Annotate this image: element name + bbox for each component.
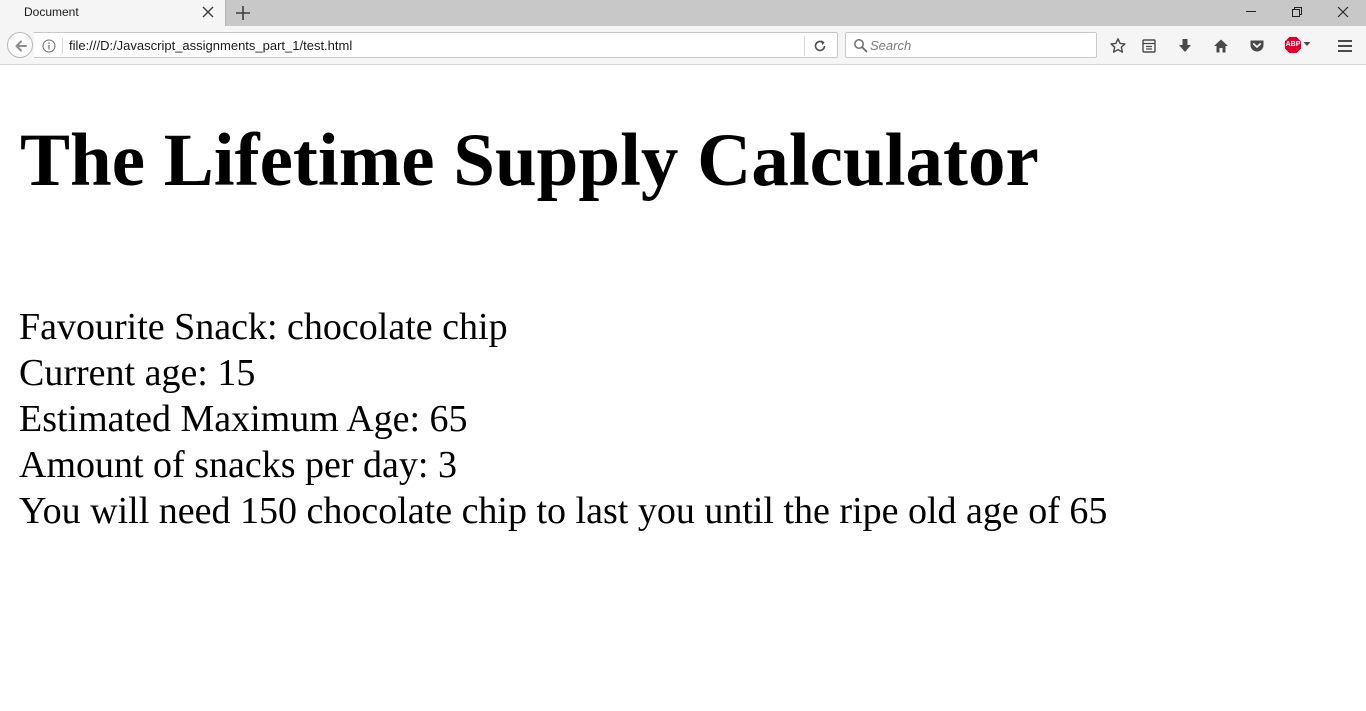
tab-title: Document xyxy=(24,5,79,19)
plus-icon[interactable] xyxy=(233,3,253,23)
current-age-line: Current age: 15 xyxy=(19,352,256,394)
search-bar[interactable] xyxy=(845,32,1097,58)
pocket-icon[interactable] xyxy=(1246,35,1268,57)
download-icon[interactable] xyxy=(1174,35,1196,57)
window-close-icon[interactable] xyxy=(1320,0,1366,24)
adblock-icon[interactable]: ABP xyxy=(1284,36,1302,54)
tab-active[interactable]: Document xyxy=(0,0,226,26)
snacks-per-day-line: Amount of snacks per day: 3 xyxy=(19,444,457,486)
url-text[interactable]: file:///D:/Javascript_assignments_part_1… xyxy=(69,38,352,53)
adblock-label: ABP xyxy=(1285,41,1301,48)
info-icon[interactable] xyxy=(42,39,56,53)
page-title: The Lifetime Supply Calculator xyxy=(20,119,1039,202)
home-icon[interactable] xyxy=(1210,35,1232,57)
star-icon[interactable] xyxy=(1107,35,1129,57)
search-input[interactable] xyxy=(870,36,1090,54)
minimize-icon[interactable] xyxy=(1228,0,1274,24)
address-bar[interactable]: file:///D:/Javascript_assignments_part_1… xyxy=(34,32,838,58)
tab-strip: Document xyxy=(0,0,1366,26)
output-lines: Favourite Snack: chocolate chip Current … xyxy=(19,304,1107,534)
navigation-toolbar: file:///D:/Javascript_assignments_part_1… xyxy=(0,26,1366,65)
reload-icon[interactable] xyxy=(811,37,829,55)
dropdown-arrow-icon[interactable] xyxy=(1302,39,1312,49)
page-content: The Lifetime Supply Calculator Favourite… xyxy=(0,66,1366,711)
reload-separator xyxy=(804,36,805,56)
url-separator xyxy=(62,38,63,54)
back-arrow-icon xyxy=(15,40,27,52)
hamburger-menu-icon[interactable] xyxy=(1334,35,1356,57)
max-age-line: Estimated Maximum Age: 65 xyxy=(19,398,468,440)
result-line: You will need 150 chocolate chip to last… xyxy=(19,490,1108,532)
back-button[interactable] xyxy=(7,32,33,58)
close-icon[interactable] xyxy=(200,4,216,20)
restore-icon[interactable] xyxy=(1274,0,1320,24)
favourite-snack-line: Favourite Snack: chocolate chip xyxy=(19,306,508,348)
reading-list-icon[interactable] xyxy=(1138,35,1160,57)
search-icon xyxy=(853,38,868,53)
